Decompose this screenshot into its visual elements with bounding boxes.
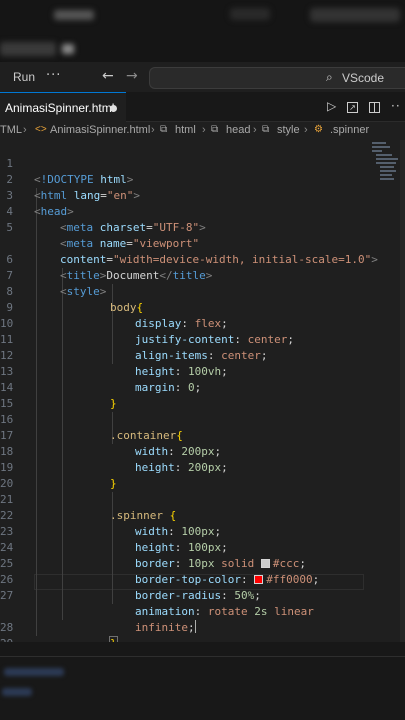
html-file-icon: <> [35,124,47,135]
code-line: 28 } [0,604,375,642]
code-line: 12 height: 100vh; [0,332,375,378]
breadcrumb-item[interactable]: head [226,124,250,136]
code-line: 2 <html lang="en"> [0,156,375,202]
code-line: 10 justify-content: center; [0,300,375,346]
chevron-right-icon: › [304,124,308,136]
code-line: 3 <head> [0,172,375,218]
breadcrumb-item[interactable]: TML [0,124,22,136]
code-line: 20 [0,460,375,490]
code-line: 8 body{ [0,268,375,314]
chevron-right-icon: › [23,124,27,136]
run-menu-button[interactable]: Run [13,70,35,84]
minimap-line [372,146,390,148]
code-line: content="width=device-width, initial-sca… [0,220,378,266]
minimap-line [376,158,398,160]
code-line: 25 border-top-color: #ff0000; [0,540,375,586]
code-line: 1 <!DOCTYPE html> [0,140,375,186]
code-line: 26 border-radius: 50%; [0,556,375,602]
code-line: 22 width: 100px; [0,492,375,538]
code-line: 16 .container{ [0,396,375,442]
blurred-element [4,668,64,676]
minimap-line [376,162,396,164]
run-play-icon[interactable]: ▷ [327,99,336,113]
code-line: 14 } [0,364,375,410]
minimap-line [380,166,394,168]
minimap-line [380,170,396,172]
code-line: 13 margin: 0; [0,348,375,394]
code-line: 15 [0,380,375,410]
element-icon: ⧉ [262,124,270,135]
code-line: infinite; [0,588,375,634]
divider [0,656,405,657]
open-preview-icon[interactable]: ↗ [347,102,358,113]
vertical-scrollbar[interactable] [400,140,405,642]
search-text: VScode [342,71,385,85]
blurred-element [0,42,56,56]
breadcrumb-item[interactable]: AnimasiSpinner.html [50,124,150,136]
minimap-line [372,150,382,152]
code-line: 19 } [0,444,375,490]
blurred-element [310,8,400,22]
code-line: 6 <title>Document</title> [0,236,375,282]
blurred-element [62,44,74,54]
forward-arrow-icon[interactable]: → [126,68,138,84]
blurred-top-region [0,0,405,62]
code-line: 29 </style> [0,620,375,642]
element-icon: ⧉ [160,124,168,135]
blurred-element [54,10,94,20]
breadcrumb-item[interactable]: html [175,124,196,136]
minimap-line [380,174,392,176]
code-line: 4 <meta charset="UTF-8"> [0,188,375,234]
chevron-right-icon: › [151,124,155,136]
code-line: 23 height: 100px; [0,508,375,554]
code-line: 9 display: flex; [0,284,375,330]
code-line: 5 <meta name="viewport" [0,204,375,250]
more-menu-button[interactable]: ··· [46,68,61,83]
chevron-right-icon: › [253,124,257,136]
blurred-element [2,688,32,696]
editor-tab-bar: AnimasiSpinner.html ▷ ↗ ·· [0,92,405,122]
code-line: 11 align-items: center; [0,316,375,362]
command-center-search[interactable]: ⌕ VScode [149,67,405,89]
minimap[interactable] [370,140,400,190]
code-line: 18 height: 200px; [0,428,375,474]
blurred-element [230,8,270,20]
code-line: 17 width: 200px; [0,412,375,458]
css-selector-icon: ⚙ [314,124,323,135]
unsaved-dot-icon[interactable] [110,105,117,112]
breadcrumb: TML › <> AnimasiSpinner.html › ⧉ html › … [0,122,405,140]
element-icon: ⧉ [211,124,219,135]
more-actions-icon[interactable]: ·· [391,99,401,113]
code-line: 21 .spinner { [0,476,375,522]
minimap-line [376,154,392,156]
title-bar: Run ··· ← → ⌕ VScode [0,62,405,92]
breadcrumb-item[interactable]: style [277,124,300,136]
code-line: 24 border: 10px solid #ccc; [0,524,375,570]
back-arrow-icon[interactable]: ← [102,68,114,84]
minimap-line [380,178,394,180]
breadcrumb-item[interactable]: .spinner [330,124,369,136]
code-line: 27 animation: rotate 2s linear [0,572,375,618]
tab-label: AnimasiSpinner.html [5,101,115,115]
minimap-line [372,142,386,144]
code-editor[interactable]: 1 <!DOCTYPE html> 2 <html lang="en"> 3 <… [0,140,405,642]
split-editor-icon[interactable] [369,102,380,113]
tab-animasispinner[interactable]: AnimasiSpinner.html [0,92,126,122]
search-icon: ⌕ [326,70,333,84]
blurred-bottom-region [0,642,405,720]
chevron-right-icon: › [202,124,206,136]
code-line: 7 <style> [0,252,375,298]
